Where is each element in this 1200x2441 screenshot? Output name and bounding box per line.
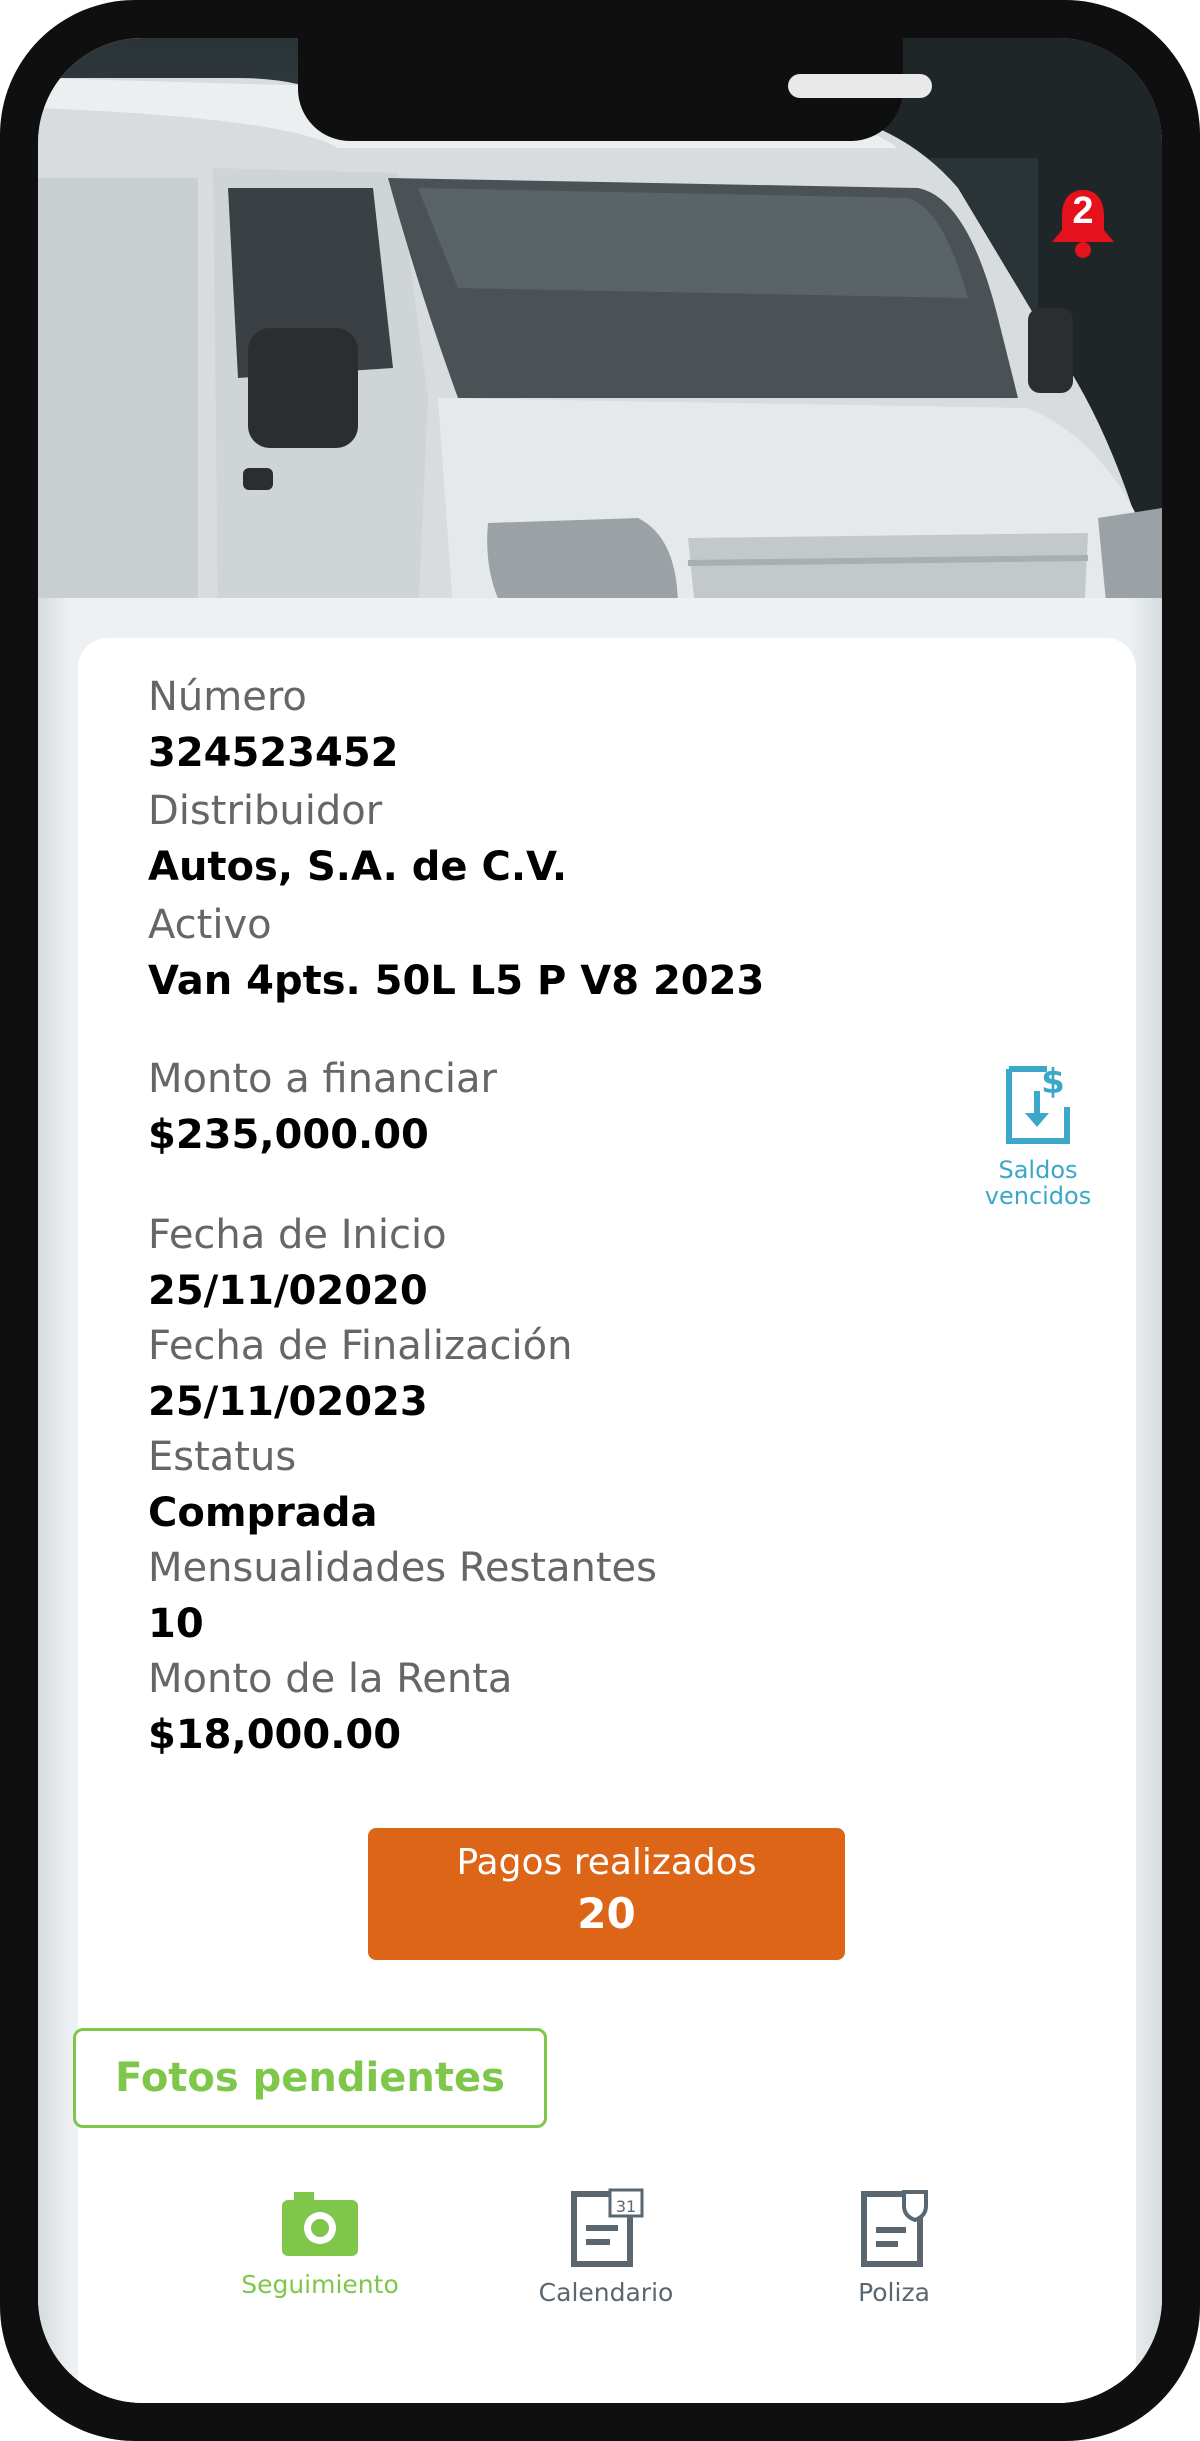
device-notch	[298, 38, 932, 141]
estatus-label: Estatus	[148, 1434, 297, 1480]
numero-label: Número	[148, 674, 307, 720]
distribuidor-label: Distribuidor	[148, 788, 383, 834]
estatus-value: Comprada	[148, 1490, 378, 1536]
app-screen: 2 Número 324523452 Distribuidor Autos, S…	[38, 38, 1162, 2403]
monto-renta-value: $18,000.00	[148, 1712, 402, 1758]
speaker-grille	[788, 74, 932, 98]
nav-label-poliza: Poliza	[858, 2278, 930, 2307]
fecha-fin-value: 25/11/02023	[148, 1379, 428, 1425]
nav-item-seguimiento[interactable]: Seguimiento	[220, 2188, 420, 2299]
mensualidades-label: Mensualidades Restantes	[148, 1545, 657, 1591]
volume-up-button	[0, 480, 8, 680]
saldos-vencidos-button[interactable]: $ Saldos vencidos	[958, 1062, 1118, 1210]
monto-financiar-label: Monto a financiar	[148, 1056, 497, 1102]
nav-item-calendario[interactable]: 31 Calendario	[506, 2188, 706, 2307]
svg-text:$: $	[1041, 1063, 1065, 1102]
fecha-inicio-value: 25/11/02020	[148, 1268, 428, 1314]
monto-financiar-value: $235,000.00	[148, 1112, 429, 1158]
pagos-value: 20	[577, 1889, 636, 1938]
mute-switch	[0, 310, 8, 420]
tooltip-text: Fotos pendientes	[115, 2055, 505, 2101]
svg-text:31: 31	[616, 2197, 636, 2216]
calendar-doc-icon: 31	[571, 2188, 644, 2267]
nav-label-seguimiento: Seguimiento	[241, 2270, 399, 2299]
mensualidades-value: 10	[148, 1601, 204, 1647]
fotos-pendientes-tooltip: Fotos pendientes	[73, 2028, 547, 2128]
numero-value: 324523452	[148, 730, 399, 776]
volume-down-button	[0, 720, 8, 920]
monto-renta-label: Monto de la Renta	[148, 1656, 513, 1702]
activo-value: Van 4pts. 50L L5 P V8 2023	[148, 958, 765, 1004]
notification-count-badge: 2	[1072, 190, 1094, 232]
pagos-realizados-button[interactable]: Pagos realizados 20	[368, 1828, 845, 1960]
policy-doc-icon	[861, 2190, 928, 2267]
nav-item-poliza[interactable]: Poliza	[794, 2188, 994, 2307]
saldos-line2: vencidos	[984, 1182, 1092, 1210]
saldos-line1: Saldos	[998, 1156, 1078, 1184]
fecha-inicio-label: Fecha de Inicio	[148, 1212, 447, 1258]
fecha-fin-label: Fecha de Finalización	[148, 1323, 573, 1369]
phone-frame: 2 Número 324523452 Distribuidor Autos, S…	[0, 0, 1200, 2441]
camera-icon	[282, 2192, 358, 2256]
nav-label-calendario: Calendario	[538, 2278, 674, 2307]
pagos-label: Pagos realizados	[456, 1842, 757, 1883]
dollar-download-icon: $	[1006, 1062, 1070, 1144]
activo-label: Activo	[148, 902, 272, 948]
distribuidor-value: Autos, S.A. de C.V.	[148, 844, 568, 890]
